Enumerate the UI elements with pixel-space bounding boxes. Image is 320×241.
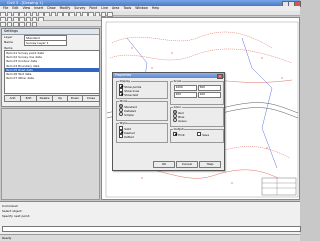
title-block (261, 177, 297, 196)
properties-dialog: Properties × Display Show points Show li… (112, 72, 225, 171)
move-icon[interactable] (0, 21, 6, 28)
command-input[interactable] (2, 226, 301, 232)
command-line-2: Select object: (2, 209, 23, 213)
show-text-checkbox[interactable]: Show text (119, 92, 138, 97)
contour-line (111, 31, 273, 49)
style-dotted-checkbox[interactable]: Dotted (119, 134, 134, 139)
items-list[interactable]: Item 01 Survey point data Item 02 Survey… (4, 50, 100, 94)
color-group: Color Red Blue Green (170, 105, 224, 127)
style-group: Style Solid Dashed Dotted (116, 121, 168, 143)
name-field[interactable]: Survey Layer 1 (24, 40, 67, 46)
up-button[interactable]: Up (52, 95, 68, 102)
ok-button[interactable]: OK (153, 161, 175, 168)
scale-field-3[interactable]: 200 (174, 92, 197, 98)
app-title: Civil 3 - [Drawing 1] (7, 1, 43, 5)
list-item[interactable]: Item 07 Other data (5, 76, 99, 80)
toolbar-tertiary (0, 21, 101, 28)
command-line-3: Specify next point: (2, 214, 31, 218)
display-group-title: Display (119, 79, 131, 84)
scale-field-2[interactable]: 500 (198, 85, 221, 91)
scale-group-title: Scale (173, 79, 182, 84)
status-text: Ready (2, 236, 12, 240)
mode-group-title: Mode (119, 99, 129, 104)
delete-button[interactable]: Delete (36, 95, 53, 102)
rotate-icon[interactable] (6, 21, 13, 28)
color-green-radio[interactable]: Green (173, 118, 187, 123)
mode-simple-radio[interactable]: Simple (119, 112, 134, 117)
scale-field-4[interactable]: 100 (198, 92, 221, 98)
output-save-checkbox[interactable]: Save (197, 132, 209, 137)
output-print-checkbox[interactable]: Print (173, 132, 185, 137)
add-button[interactable]: Add (4, 95, 21, 102)
layer-label: Layer (4, 35, 13, 39)
left-empty-area (1, 108, 100, 200)
name-label: Name (4, 40, 13, 44)
dialog-close-button[interactable]: × (217, 73, 223, 80)
scale-field-1[interactable]: 1000 (174, 85, 197, 91)
color-group-title: Color (173, 105, 182, 110)
extend-icon[interactable] (31, 21, 38, 28)
mirror-icon[interactable] (19, 21, 25, 28)
dialog-titlebar: Properties × (113, 73, 224, 80)
help-button[interactable]: Help (199, 161, 221, 168)
style-group-title: Style (119, 121, 128, 126)
display-group: Display Show points Show lines Show text (116, 79, 168, 99)
command-line-1: Command: (2, 204, 19, 208)
scale-group: Scale 1000 500 200 100 (170, 79, 224, 105)
dialog-title: Properties (115, 73, 132, 77)
output-group: Output Print Save (170, 127, 224, 143)
scale-icon[interactable] (12, 21, 19, 28)
down-button[interactable]: Down (67, 95, 83, 102)
cancel-button[interactable]: Cancel (176, 161, 198, 168)
close-panel-button[interactable]: Close (82, 95, 100, 102)
output-group-title: Output (173, 127, 185, 132)
status-bar: Ready (0, 234, 300, 241)
trim-icon[interactable] (25, 21, 32, 28)
edit-button[interactable]: Edit (20, 95, 37, 102)
settings-panel: Settings Layer Standard Name Survey Laye… (1, 28, 100, 107)
mode-group: Mode Standard Detailed Simple (116, 99, 168, 121)
command-panel: Command: Select object: Specify next poi… (0, 201, 301, 234)
